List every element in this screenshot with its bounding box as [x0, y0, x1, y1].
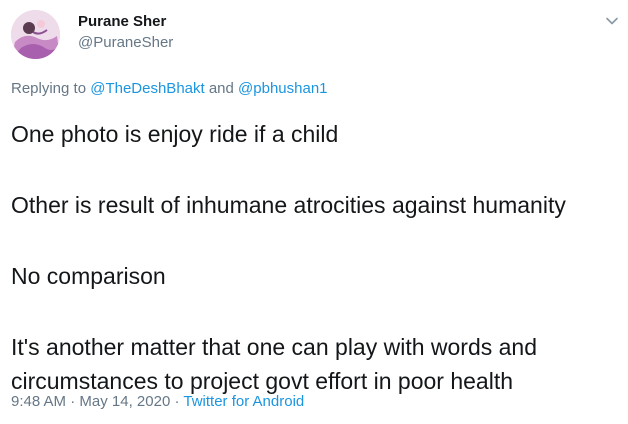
tweet-text: One photo is enjoy ride if a child Other…	[11, 117, 621, 398]
replying-to-prefix: Replying to	[11, 80, 91, 97]
tweet-paragraph: One photo is enjoy ride if a child	[11, 121, 339, 147]
tweet-paragraph: No comparison	[11, 263, 166, 289]
meta-separator: ·	[170, 393, 184, 410]
tweet-source-link[interactable]: Twitter for Android	[183, 393, 304, 410]
author-display-name[interactable]: Purane Sher	[78, 13, 166, 31]
tweet-paragraph: It's another matter that one can play wi…	[11, 334, 538, 360]
mention-link-thedeshbhakt[interactable]: @TheDeshBhakt	[90, 80, 204, 97]
tweet-metadata: 9:48 AM · May 14, 2020 · Twitter for And…	[11, 393, 304, 411]
tweet-time[interactable]: 9:48 AM	[11, 393, 66, 410]
tweet-date[interactable]: May 14, 2020	[79, 393, 170, 410]
avatar-image	[11, 10, 60, 59]
replying-to-conjunction: and	[204, 80, 239, 97]
author-handle[interactable]: @PuraneSher	[78, 34, 173, 52]
replying-to-line: Replying to @TheDeshBhakt and @pbhushan1	[11, 80, 328, 98]
tweet-paragraph: Other is result of inhumane atrocities a…	[11, 192, 566, 218]
avatar[interactable]	[11, 10, 60, 59]
tweet-card: Purane Sher @PuraneSher Replying to @The…	[0, 0, 628, 424]
chevron-down-icon[interactable]	[605, 14, 619, 28]
mention-link-pbhushan1[interactable]: @pbhushan1	[238, 80, 327, 97]
meta-separator: ·	[66, 393, 80, 410]
